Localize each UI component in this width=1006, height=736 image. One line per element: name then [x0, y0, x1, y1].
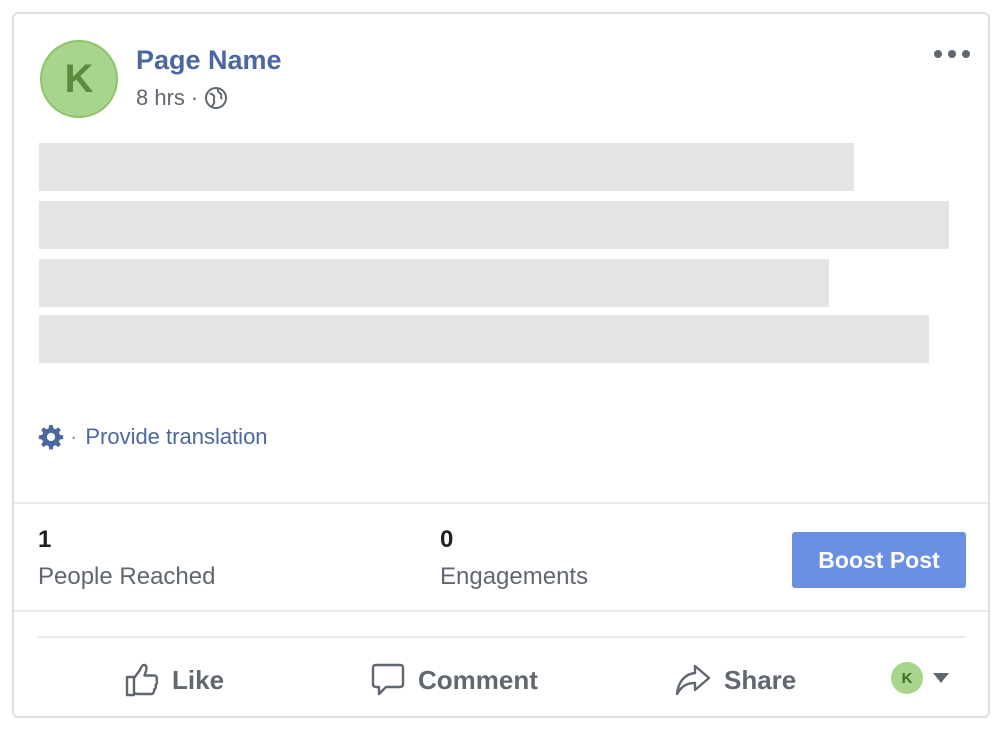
like-button[interactable]: Like: [124, 658, 224, 702]
text-placeholder-line: [39, 259, 829, 307]
post-card: K Page Name 8 hrs · · Provide translatio…: [12, 12, 990, 718]
page-name-link[interactable]: Page Name: [136, 44, 282, 76]
translation-separator: ·: [70, 424, 78, 449]
chevron-down-icon: [933, 673, 949, 683]
thumbs-up-icon: [125, 663, 159, 697]
gear-icon[interactable]: [38, 424, 64, 450]
share-icon: [675, 664, 711, 696]
text-placeholder-line: [39, 201, 949, 249]
share-button[interactable]: Share: [674, 658, 796, 702]
engagements-label: Engagements: [440, 563, 589, 590]
post-timestamp[interactable]: 8 hrs: [136, 84, 185, 112]
like-label: Like: [172, 664, 225, 695]
more-options-icon[interactable]: [934, 42, 970, 66]
divider: [38, 636, 966, 638]
avatar-letter: K: [64, 56, 94, 101]
engagements-count: 0: [440, 526, 454, 553]
people-reached-count: 1: [38, 526, 52, 553]
people-reached-stat: 1 People Reached: [38, 526, 215, 592]
comment-button[interactable]: Comment: [370, 658, 538, 702]
boost-post-button[interactable]: Boost Post: [792, 532, 966, 588]
meta-separator: ·: [190, 85, 199, 110]
translation-row: · Provide translation: [38, 424, 268, 450]
mini-avatar: K: [891, 662, 923, 694]
post-meta: 8 hrs ·: [136, 84, 228, 112]
provide-translation-link[interactable]: Provide translation: [85, 424, 267, 450]
text-placeholder-line: [39, 315, 929, 363]
comment-label: Comment: [418, 664, 538, 695]
engagements-stat: 0 Engagements: [440, 526, 588, 592]
comment-icon: [371, 663, 405, 696]
globe-icon[interactable]: [204, 86, 228, 110]
divider: [14, 610, 988, 612]
profile-switcher[interactable]: K: [891, 662, 949, 694]
page-avatar[interactable]: K: [40, 40, 118, 118]
text-placeholder-line: [39, 143, 854, 191]
share-label: Share: [724, 664, 797, 695]
divider: [14, 502, 988, 504]
people-reached-label: People Reached: [38, 563, 216, 590]
